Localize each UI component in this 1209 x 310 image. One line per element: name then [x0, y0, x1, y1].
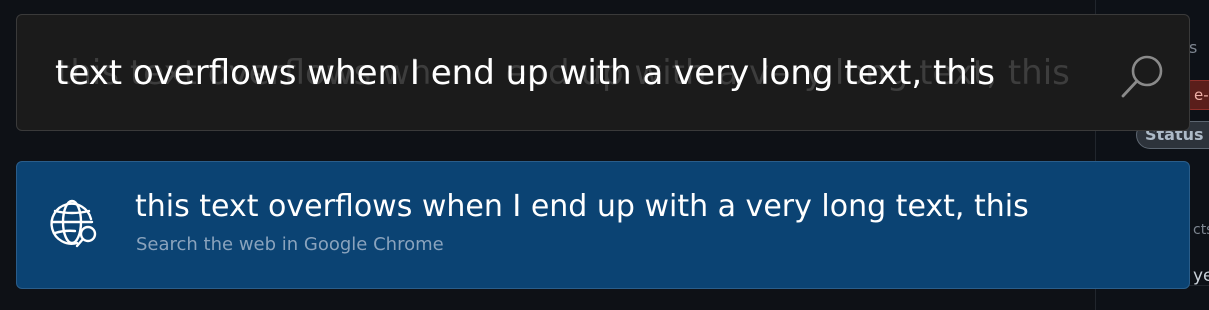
- launcher-overlay: s e-l Status cts ye this text overflows …: [0, 0, 1209, 310]
- background-text-fragment: s: [1189, 38, 1198, 57]
- background-text-fragment: cts: [1193, 222, 1209, 238]
- globe-search-icon: [50, 199, 97, 248]
- search-input[interactable]: [55, 41, 1095, 105]
- search-box[interactable]: this text overflows when I end up with a…: [16, 14, 1190, 131]
- background-label-badge: e-l: [1187, 80, 1209, 110]
- search-icon[interactable]: [1117, 51, 1167, 101]
- search-result-item[interactable]: this text overflows when I end up with a…: [16, 161, 1190, 289]
- background-text-fragment: ye: [1193, 266, 1209, 286]
- result-title: this text overflows when I end up with a…: [135, 189, 1029, 224]
- result-subtitle: Search the web in Google Chrome: [136, 234, 444, 255]
